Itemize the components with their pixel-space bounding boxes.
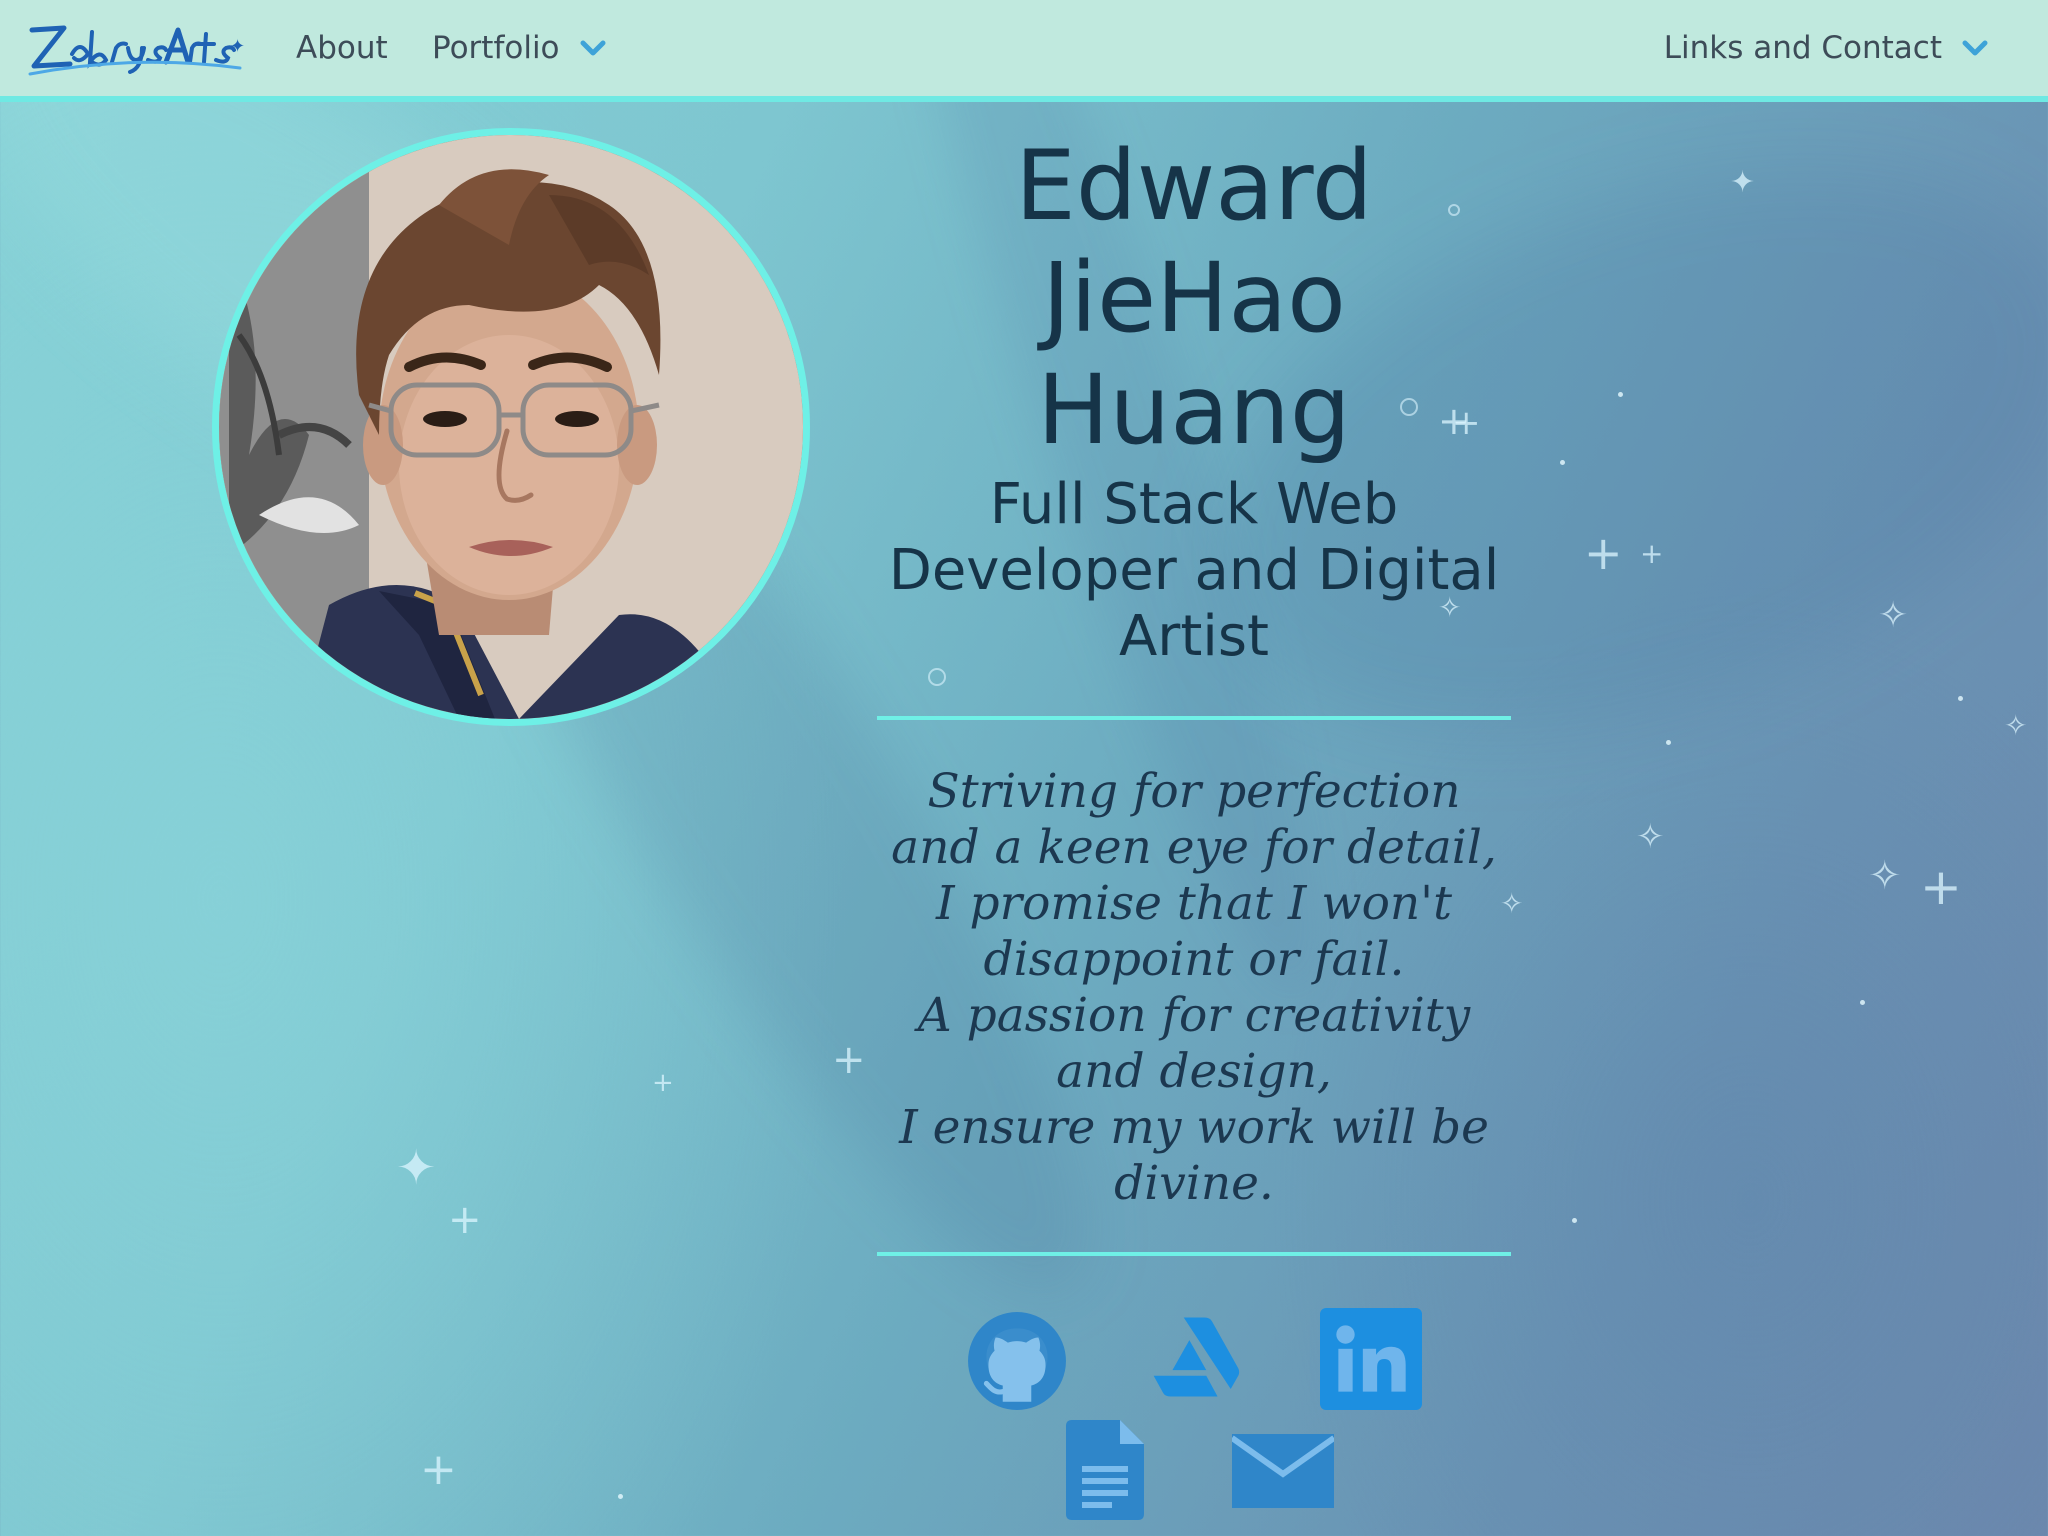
nav-portfolio-label: Portfolio: [432, 30, 560, 66]
role-line: Artist: [1119, 604, 1269, 669]
nav-portfolio-dropdown[interactable]: Portfolio: [432, 30, 606, 66]
star-dot: [1572, 1218, 1577, 1223]
github-link[interactable]: [966, 1310, 1068, 1412]
name-line: Edward: [1015, 130, 1373, 242]
artstation-link[interactable]: [1148, 1310, 1242, 1404]
star-dot: [1958, 696, 1963, 701]
sparkle-icon: +: [1640, 537, 1664, 570]
sparkle-icon: ✦: [1730, 165, 1756, 200]
sparkle-icon: +: [448, 1197, 482, 1243]
top-navbar: ✦ About Portfolio Links and Contact: [0, 0, 2048, 102]
sparkle-icon: +: [1584, 526, 1623, 580]
zebrysarts-logo[interactable]: ✦: [26, 18, 248, 82]
star-dot: [1618, 392, 1623, 397]
nav-links-contact-label: Links and Contact: [1663, 30, 1942, 66]
sparkle-icon: +: [832, 1037, 866, 1083]
portrait-illustration: [219, 135, 803, 719]
profile-motto: Striving for perfection and a keen eye f…: [877, 764, 1511, 1212]
motto-line: divine.: [1114, 1156, 1274, 1211]
github-icon: [968, 1312, 1066, 1410]
intro-section: Edward JieHao Huang Full Stack Web Devel…: [877, 130, 1511, 1256]
sparkle-icon: ✧: [1878, 595, 1909, 636]
email-link[interactable]: [1230, 1434, 1336, 1508]
motto-line: A passion for creativity: [917, 988, 1471, 1043]
nav-about-link[interactable]: About: [296, 30, 388, 66]
star-dot: [1560, 460, 1565, 465]
nav-links-contact-dropdown[interactable]: Links and Contact: [1664, 30, 1988, 66]
name-line: Huang: [1037, 354, 1351, 466]
sparkle-icon: ✧: [2004, 709, 2028, 742]
chevron-down-icon: [1962, 40, 1988, 56]
motto-line: and design,: [1056, 1044, 1332, 1099]
sparkle-icon: ✧: [1636, 817, 1665, 857]
profile-photo: [212, 128, 810, 726]
name-line: JieHao: [1042, 242, 1346, 354]
role-line: Developer and Digital: [888, 538, 1500, 603]
nav-about-label: About: [296, 30, 388, 66]
logo-signature-icon: ✦: [28, 25, 245, 76]
section-divider: [877, 1252, 1511, 1256]
section-divider: [877, 716, 1511, 720]
sparkle-icon: +: [1920, 858, 1962, 916]
motto-line: I ensure my work will be: [899, 1100, 1489, 1155]
star-dot: [1666, 740, 1671, 745]
sparkle-icon: ✦: [396, 1140, 437, 1196]
profile-role: Full Stack Web Developer and Digital Art…: [877, 472, 1511, 670]
motto-line: Striving for perfection: [927, 764, 1461, 819]
artstation-icon: [1153, 1317, 1240, 1397]
sparkle-icon: +: [420, 1444, 457, 1495]
sparkle-icon: ✧: [1868, 853, 1902, 899]
motto-line: I promise that I won't: [936, 876, 1452, 931]
svg-text:✦: ✦: [230, 36, 245, 57]
star-dot: [618, 1494, 623, 1499]
chevron-down-icon: [580, 40, 606, 56]
motto-line: disappoint or fail.: [983, 932, 1405, 987]
motto-line: and a keen eye for detail,: [891, 820, 1497, 875]
linkedin-link[interactable]: [1320, 1308, 1422, 1410]
resume-link[interactable]: [1066, 1420, 1144, 1520]
star-dot: [1860, 1000, 1865, 1005]
linkedin-icon: [1320, 1308, 1422, 1410]
sparkle-icon: +: [652, 1068, 674, 1098]
role-line: Full Stack Web: [989, 472, 1399, 537]
document-icon: [1066, 1420, 1144, 1520]
mail-icon: [1230, 1434, 1336, 1508]
profile-name: Edward JieHao Huang: [877, 130, 1511, 466]
